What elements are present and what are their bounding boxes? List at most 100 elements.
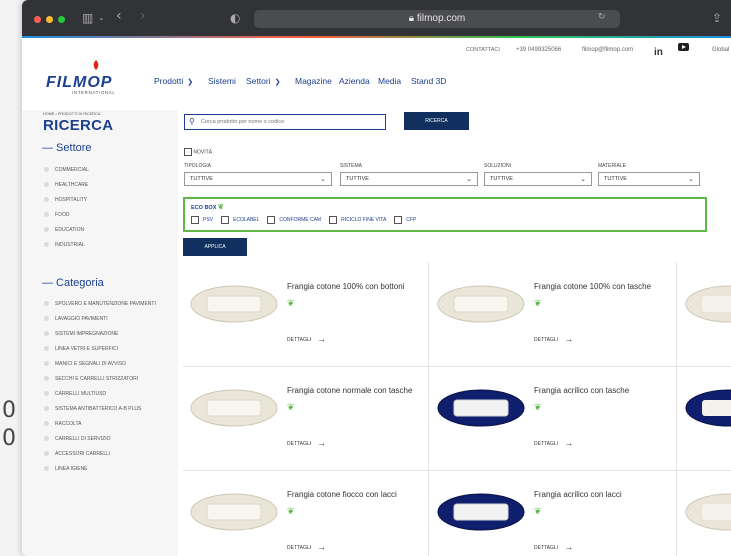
product-image[interactable] [436,282,526,326]
product-image[interactable] [684,386,731,430]
product-card[interactable]: Frangia acrilico con lacci ❦ DETTAGLI → [430,470,676,556]
details-link[interactable]: DETTAGLI → [534,334,573,344]
tipologia-select[interactable]: TUTTIVE ⌄ [184,172,332,186]
radio-dot [44,421,49,426]
categoria-item[interactable]: SISTEMI IMPREGNAZIONE [44,326,156,341]
filmop-logo[interactable]: FILMOP INTERNATIONAL [46,60,146,96]
eco-filter-riciclo[interactable]: RICICLO FINE VITA [329,216,386,224]
close-window-button[interactable] [34,16,41,23]
zoom-window-button[interactable] [58,16,65,23]
eco-filter-psv[interactable]: PSV [191,216,213,224]
nav-media[interactable]: Media [378,76,401,86]
eco-filter-cfp[interactable]: CFP [394,216,416,224]
categoria-item[interactable]: SECCHI E CARRELLI STRIZZATORI [44,371,156,386]
soluzioni-select[interactable]: TUTTIVE ⌄ [484,172,592,186]
phone-link[interactable]: +39 0499325066 [516,47,561,53]
chevron-down-icon: ❯ [274,79,281,86]
details-link[interactable]: DETTAGLI → [287,542,326,552]
novita-checkbox[interactable] [184,148,192,156]
minimize-window-button[interactable] [46,16,53,23]
product-image[interactable] [684,490,731,534]
details-link[interactable]: DETTAGLI → [534,438,573,448]
product-image[interactable] [189,282,279,326]
radio-dot [44,376,49,381]
tipologia-label: TIPOLOGIA [184,163,211,169]
share-icon[interactable]: ⇪ [712,11,722,25]
nav-prodotti[interactable]: Prodotti ❯ [154,76,193,86]
categoria-item[interactable]: CARRELLI DI SERVIZIO [44,431,156,446]
settore-item[interactable]: FOOD [44,207,89,222]
search-button[interactable]: RICERCA [404,112,469,130]
forward-icon[interactable]: › [140,8,146,24]
settore-item[interactable]: HOSPITALITY [44,192,89,207]
product-image[interactable] [684,282,731,326]
nav-azienda[interactable]: Azienda [339,76,370,86]
settore-item[interactable]: HEALTHCARE [44,177,89,192]
details-link[interactable]: DETTAGLI → [534,542,573,552]
categoria-item[interactable]: LINEA IGIENE [44,461,156,476]
product-title[interactable]: Frangia acrilico con tasche [534,386,674,395]
product-title[interactable]: Frangia cotone 100% con bottoni [287,282,427,291]
details-link[interactable]: DETTAGLI → [287,438,326,448]
product-card[interactable]: Frangia cotone 100% con bottoni ❦ DETTAGLI… [183,262,429,367]
contact-link[interactable]: CONTATTACI [466,47,500,53]
product-title[interactable]: Frangia acrilico con lacci [534,490,674,499]
privacy-shield-icon[interactable]: ◐ [230,11,240,25]
address-bar[interactable]: 🔒︎ filmop.com ↻ [254,10,620,28]
categoria-item[interactable]: RACCOLTA [44,416,156,431]
grid-divider [676,262,677,556]
settore-item[interactable]: EDUCATION [44,222,89,237]
settore-heading[interactable]: — Settore [42,142,92,154]
nav-stand-3d[interactable]: Stand 3D [411,76,446,86]
nav-settori[interactable]: Settori ❯ [246,76,280,86]
sidebar-toggle-icon[interactable]: ▥ [82,11,93,25]
radio-dot [44,466,49,471]
settore-item[interactable]: INDUSTRIAL [44,237,89,252]
product-image[interactable] [189,490,279,534]
categoria-item[interactable]: MANICI E SEGNALI DI AVVISO [44,356,156,371]
eco-box: ECO BOX ❦ PSV ECOLABEL CONFORME CAM RICI… [183,197,707,232]
categoria-item[interactable]: LINEA VETRI E SUPERFICI [44,341,156,356]
categoria-item[interactable]: ACCESSORI CARRELLI [44,446,156,461]
nav-sistemi[interactable]: Sistemi [208,76,236,86]
youtube-icon[interactable] [678,43,689,54]
categoria-item[interactable]: SPOLVERO E MANUTENZIONE PAVIMENTI [44,296,156,311]
chevron-down-icon[interactable]: ⌄ [98,13,105,22]
product-image[interactable] [189,386,279,430]
email-link[interactable]: filmop@filmop.com [582,47,633,53]
materiale-select[interactable]: TUTTIVE ⌄ [598,172,700,186]
categoria-item[interactable]: SISTEMA ANTIBATTERICO A-B PLUS [44,401,156,416]
settore-item[interactable]: COMMERCIAL [44,162,89,177]
product-title[interactable]: Frangia cotone normale con tasche [287,386,427,395]
eco-leaf-icon: ❦ [534,298,542,308]
language-selector[interactable]: Global [712,47,729,53]
product-image[interactable] [436,490,526,534]
search-input[interactable] [201,117,381,127]
novita-filter[interactable]: NOVITÀ [184,148,212,156]
details-link[interactable]: DETTAGLI → [287,334,326,344]
apply-button[interactable]: APPLICA [183,238,247,256]
product-title[interactable]: Frangia cotone 100% con tasche [534,282,674,291]
product-card[interactable]: Frangia cotone normale con tasche ❦ DETTAG… [183,366,429,471]
eco-filter-ecolabel[interactable]: ECOLABEL [221,216,259,224]
categoria-heading[interactable]: — Categoria [42,277,104,289]
sistema-select[interactable]: TUTTIVE ⌄ [340,172,478,186]
eco-filter-conforme-cam[interactable]: CONFORME CAM [267,216,321,224]
arrow-right-icon: → [564,542,574,552]
nav-magazine[interactable]: Magazine [295,76,332,86]
product-card[interactable]: Frangia cotone fiocco con lacci ❦ DETTAGLI… [183,470,429,556]
product-image[interactable] [436,386,526,430]
linkedin-icon[interactable]: in [654,47,663,58]
categoria-item[interactable]: LAVAGGIO PAVIMENTI [44,311,156,326]
back-icon[interactable]: ‹ [116,8,122,24]
categoria-list: SPOLVERO E MANUTENZIONE PAVIMENTI LAVAGG… [44,296,156,476]
breadcrumb[interactable]: HOME • PRODOTTI DI RICERCA [43,112,100,116]
logo-flame-icon [93,60,99,70]
browser-window: ▥ ⌄ ‹ › ◐ 🔒︎ filmop.com ↻ ⇪ CONTATTACI +… [22,0,731,556]
product-card[interactable]: Frangia cotone 100% con tasche ❦ DETTAGLI → [430,262,676,367]
reload-icon[interactable]: ↻ [598,12,606,22]
categoria-item[interactable]: CARRELLI MULTIUSO [44,386,156,401]
browser-toolbar: ▥ ⌄ ‹ › ◐ 🔒︎ filmop.com ↻ ⇪ [22,0,731,38]
product-title[interactable]: Frangia cotone fiocco con lacci [287,490,427,499]
product-card[interactable]: Frangia acrilico con tasche ❦ DETTAGLI → [430,366,676,471]
